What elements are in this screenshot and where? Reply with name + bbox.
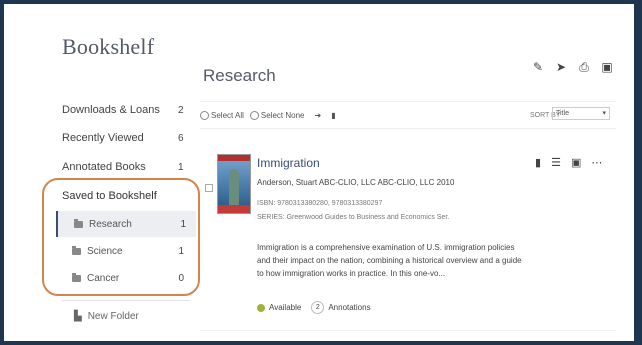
availability: Available 2 Annotations (257, 301, 371, 314)
read-icon[interactable]: ▮ (535, 156, 541, 169)
item-divider (200, 330, 616, 331)
move-icon[interactable]: ➜ (315, 111, 322, 120)
sidebar-count-annotated: 1 (178, 162, 184, 173)
highlight-annotation (42, 178, 200, 296)
select-none-button[interactable]: Select None (261, 111, 305, 120)
sidebar-count-downloads: 2 (178, 105, 184, 116)
remove-icon[interactable]: ▮ (331, 111, 335, 120)
select-all-button[interactable]: Select All (211, 111, 244, 120)
book-cover[interactable] (217, 154, 251, 214)
book-description: Immigration is a comprehensive examinati… (257, 243, 522, 278)
annotation-count: 2 (311, 301, 325, 314)
note-icon[interactable]: ▣ (600, 60, 614, 75)
new-folder-button[interactable]: ▙ New Folder (74, 311, 139, 322)
folder-actions: ✎ ➤ ⎙ ▣ (531, 60, 614, 75)
more-icon[interactable]: ⋯ (591, 156, 602, 169)
book-isbn: ISBN: 9780313380280, 9780313380297 (257, 200, 383, 207)
folder-title: Research (203, 66, 276, 85)
availability-label: Available (269, 303, 302, 312)
book-series[interactable]: SERIES: Greenwood Guides to Business and… (257, 214, 449, 221)
item-checkbox[interactable] (205, 184, 213, 192)
export-icon[interactable]: ⎙ (577, 60, 591, 75)
book-meta: Anderson, Stuart ABC-CLIO, LLC ABC-CLIO,… (257, 178, 455, 187)
select-none-icon (249, 110, 259, 120)
select-all-icon (200, 110, 209, 120)
share-icon[interactable]: ➤ (554, 60, 568, 75)
sidebar-item-downloads[interactable]: Downloads & Loans (62, 104, 160, 116)
book-title[interactable]: Immigration (257, 156, 320, 170)
edit-icon[interactable]: ✎ (531, 60, 545, 75)
new-folder-label: New Folder (87, 311, 139, 322)
list-toolbar: Select All Select None ➜ ▮ SORT BY Title… (200, 101, 616, 129)
chevron-down-icon: ▾ (602, 110, 606, 117)
note-icon[interactable]: ▣ (571, 156, 581, 169)
sidebar-item-recently-viewed[interactable]: Recently Viewed (62, 132, 144, 144)
sort-value: Title (556, 110, 569, 117)
add-folder-icon: ▙ (74, 311, 82, 322)
sidebar-divider (62, 300, 190, 301)
details-icon[interactable]: ☰ (551, 156, 561, 169)
annotations-link[interactable]: Annotations (328, 303, 370, 312)
item-actions: ▮ ☰ ▣ ⋯ (535, 156, 602, 169)
sidebar-item-annotated-books[interactable]: Annotated Books (62, 161, 146, 173)
app-frame: Bookshelf Downloads & Loans 2 Recently V… (4, 4, 634, 341)
available-icon (257, 303, 265, 312)
sort-select[interactable]: Title ▾ (552, 107, 610, 120)
sidebar-count-recently-viewed: 6 (178, 133, 184, 144)
page-title: Bookshelf (62, 34, 155, 59)
